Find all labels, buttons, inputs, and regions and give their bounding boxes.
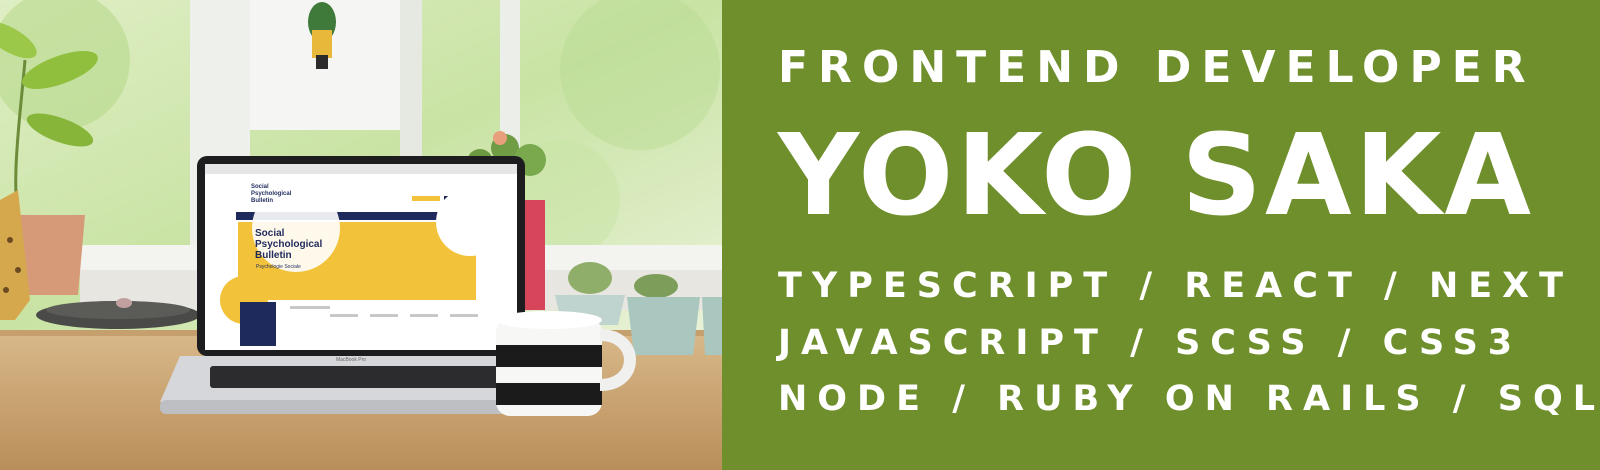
keyboard — [210, 366, 510, 388]
role-title: FRONTEND DEVELOPER — [778, 42, 1536, 93]
developer-name: YOKO SAKA — [778, 111, 1535, 241]
intro-panel: FRONTEND DEVELOPER YOKO SAKA TYPESCRIPT … — [722, 0, 1600, 470]
tech-stack-line: NODE / RUBY ON RAILS / SQL — [778, 379, 1600, 419]
screen-header-title: Social Psychological Bulletin — [251, 184, 292, 204]
laptop-label: MacBook Pro — [336, 357, 367, 363]
tech-stack-line: JAVASCRIPT / SCSS / CSS3 — [778, 323, 1523, 363]
hero-photo: Social Psychological Bulletin Social Psy… — [0, 0, 722, 470]
tech-stack-line: TYPESCRIPT / REACT / NEXT — [778, 266, 1574, 306]
screen-hero-title: Social Psychological Bulletin — [255, 228, 323, 261]
screen-hero-subtitle: Psychologie Sociale — [256, 264, 301, 270]
